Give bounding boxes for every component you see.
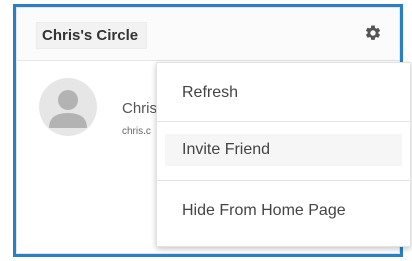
menu-item-invite-friend[interactable]: Invite Friend	[165, 134, 402, 166]
member-name[interactable]: Chris	[122, 100, 157, 117]
gear-icon[interactable]	[364, 24, 382, 42]
person-placeholder-icon	[49, 90, 87, 128]
circle-widget: Chris's Circle Chris chris.c Refresh Inv…	[16, 7, 411, 254]
settings-dropdown-menu: Refresh Invite Friend Hide From Home Pag…	[156, 62, 411, 247]
widget-title: Chris's Circle	[36, 22, 148, 49]
widget-frame: Chris's Circle Chris chris.c Refresh Inv…	[13, 4, 411, 257]
avatar	[39, 78, 97, 136]
menu-item-hide-from-home-page[interactable]: Hide From Home Page	[165, 195, 402, 227]
menu-item-refresh[interactable]: Refresh	[165, 77, 402, 109]
menu-divider	[157, 121, 410, 122]
menu-divider	[157, 180, 410, 181]
widget-header: Chris's Circle	[17, 8, 399, 61]
member-email: chris.c	[122, 126, 151, 137]
